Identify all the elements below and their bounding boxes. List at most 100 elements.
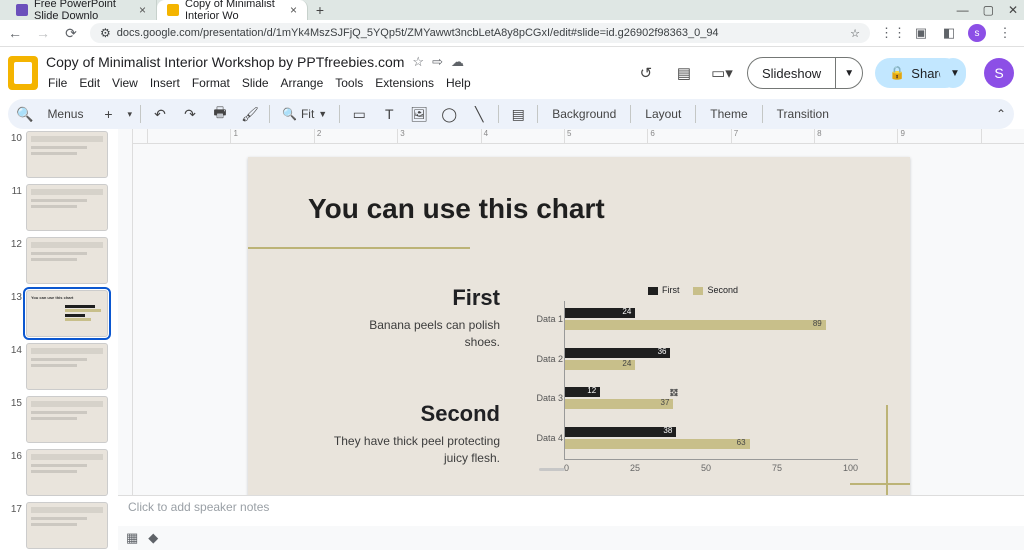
favicon-icon xyxy=(167,4,179,16)
menu-slide[interactable]: Slide xyxy=(240,74,271,92)
zoom-selector[interactable]: 🔍 Fit ▼ xyxy=(278,107,331,121)
maximize-icon[interactable]: ▢ xyxy=(983,3,994,17)
history-icon[interactable]: ↺ xyxy=(633,60,659,86)
cloud-status-icon[interactable]: ☁ xyxy=(451,54,464,70)
undo-button[interactable]: ↶ xyxy=(149,103,171,125)
chart-plot-area: Data 12489Data 23624Data 31237Data 43863 xyxy=(564,301,858,460)
heading-second[interactable]: Second xyxy=(330,401,500,427)
move-icon[interactable]: ⇨ xyxy=(432,54,443,70)
menu-help[interactable]: Help xyxy=(444,74,473,92)
slideshow-button[interactable]: Slideshow ▼ xyxy=(747,57,863,89)
chart-bar: 38 xyxy=(565,427,676,437)
decorative-line xyxy=(886,405,888,495)
minimize-icon[interactable]: — xyxy=(957,3,969,17)
workspace: 10 11 12 13You can use this chart 14 15 16 17 1… xyxy=(0,129,1024,550)
thumbnail-slide-14[interactable]: 14 xyxy=(0,343,118,390)
browser-tab-2[interactable]: Copy of Minimalist Interior Wo × xyxy=(157,0,308,20)
chart-x-axis: 0255075100 xyxy=(564,460,858,473)
thumbnail-slide-17[interactable]: 17 xyxy=(0,502,118,549)
menu-arrange[interactable]: Arrange xyxy=(279,74,326,92)
slide[interactable]: You can use this chart First Banana peel… xyxy=(248,157,910,495)
search-menus-label[interactable]: Menus xyxy=(41,107,89,121)
line-tool[interactable]: ╲ xyxy=(468,103,490,125)
close-icon[interactable]: × xyxy=(139,3,146,17)
share-dropdown[interactable]: ▼ xyxy=(940,58,966,88)
thumbnail-slide-13[interactable]: 13You can use this chart xyxy=(0,290,118,337)
close-window-icon[interactable]: ✕ xyxy=(1008,3,1018,17)
redo-button[interactable]: ↷ xyxy=(179,103,201,125)
toolbar: 🔍 Menus +▾ ↶ ↷ 🖶 🖌 🔍 Fit ▼ ▭ T 🖼 ◯ ╲ ▤ B… xyxy=(8,99,1014,129)
explore-icon[interactable]: ◆ xyxy=(148,530,158,546)
image-tool[interactable]: 🖼 xyxy=(408,103,430,125)
thumbnail-slide-16[interactable]: 16 xyxy=(0,449,118,496)
zoom-icon: 🔍 xyxy=(282,107,297,121)
shape-tool[interactable]: ◯ xyxy=(438,103,460,125)
chrome-menu-icon[interactable]: ⋮ xyxy=(996,24,1014,42)
back-button[interactable]: ← xyxy=(6,25,24,41)
reload-button[interactable]: ⟳ xyxy=(62,25,80,42)
comments-icon[interactable]: ▤ xyxy=(671,60,697,86)
site-settings-icon[interactable]: ⚙ xyxy=(100,26,111,40)
present-dropdown-icon[interactable]: ▭▾ xyxy=(709,60,735,86)
search-icon[interactable]: 🔍 xyxy=(16,106,33,123)
theme-button[interactable]: Theme xyxy=(704,107,753,121)
thumbnail-slide-11[interactable]: 11 xyxy=(0,184,118,231)
transition-button[interactable]: Transition xyxy=(771,107,835,121)
text-first[interactable]: Banana peels can polish shoes. xyxy=(350,317,500,352)
browser-tab-1[interactable]: Free PowerPoint Slide Downlo × xyxy=(6,0,157,20)
new-tab-button[interactable]: + xyxy=(308,0,332,20)
horizontal-ruler: 123456789 xyxy=(132,129,1024,144)
print-button[interactable]: 🖶 xyxy=(209,103,231,125)
thumbnail-slide-10[interactable]: 10 xyxy=(0,131,118,178)
thumbnail-slide-12[interactable]: 12 xyxy=(0,237,118,284)
textbox-tool[interactable]: T xyxy=(378,103,400,125)
extension-icon[interactable]: ⋮⋮ xyxy=(884,24,902,42)
comment-tool[interactable]: ▤ xyxy=(507,103,529,125)
chevron-down-icon[interactable]: ▼ xyxy=(836,68,862,79)
thumbnail-slide-15[interactable]: 15 xyxy=(0,396,118,443)
forward-button[interactable]: → xyxy=(34,25,52,41)
slides-logo-icon[interactable] xyxy=(8,56,38,90)
menu-edit[interactable]: Edit xyxy=(77,74,102,92)
chart[interactable]: First Second Data 12489Data 23624Data 31… xyxy=(528,285,858,485)
menu-extensions[interactable]: Extensions xyxy=(373,74,436,92)
layout-button[interactable]: Layout xyxy=(639,107,687,121)
collapse-toolbar-icon[interactable]: ⌃ xyxy=(996,107,1006,121)
close-icon[interactable]: × xyxy=(290,3,297,17)
chart-legend: First Second xyxy=(528,285,858,295)
menu-format[interactable]: Format xyxy=(190,74,232,92)
slide-title[interactable]: You can use this chart xyxy=(308,193,605,225)
extension-icon[interactable]: ◧ xyxy=(940,24,958,42)
pane-resize-handle[interactable] xyxy=(539,468,565,471)
chart-bar: 36 xyxy=(565,348,670,358)
background-button[interactable]: Background xyxy=(546,107,622,121)
account-avatar[interactable]: S xyxy=(984,58,1014,88)
window-controls: — ▢ ✕ xyxy=(957,0,1024,20)
address-bar[interactable]: ⚙ docs.google.com/presentation/d/1mYk4Ms… xyxy=(90,23,870,43)
chevron-down-icon: ▼ xyxy=(318,109,327,119)
doc-title[interactable]: Copy of Minimalist Interior Workshop by … xyxy=(46,54,404,70)
speaker-notes[interactable]: Click to add speaker notes xyxy=(118,495,1024,526)
new-slide-button[interactable]: + xyxy=(97,103,119,125)
menu-view[interactable]: View xyxy=(110,74,140,92)
tab-label: Free PowerPoint Slide Downlo xyxy=(34,0,133,22)
profile-avatar[interactable]: s xyxy=(968,24,986,42)
bookmark-icon[interactable]: ☆ xyxy=(850,27,860,40)
select-tool[interactable]: ▭ xyxy=(348,103,370,125)
paint-format-button[interactable]: 🖌 xyxy=(239,103,261,125)
star-icon[interactable]: ☆ xyxy=(412,54,424,70)
menu-insert[interactable]: Insert xyxy=(148,74,182,92)
menu-tools[interactable]: Tools xyxy=(333,74,365,92)
browser-tabstrip: Free PowerPoint Slide Downlo × Copy of M… xyxy=(0,0,1024,20)
slide-area[interactable]: You can use this chart First Banana peel… xyxy=(133,144,1024,495)
chart-category-label: Data 1 xyxy=(529,314,563,324)
menu-file[interactable]: File xyxy=(46,74,69,92)
heading-first[interactable]: First xyxy=(350,285,500,311)
grid-view-icon[interactable]: ▦ xyxy=(126,530,138,546)
chart-bar: 12 xyxy=(565,387,600,397)
filmstrip[interactable]: 10 11 12 13You can use this chart 14 15 16 17 xyxy=(0,129,118,552)
extension-icon[interactable]: ▣ xyxy=(912,24,930,42)
legend-second: Second xyxy=(707,285,738,295)
notes-placeholder: Click to add speaker notes xyxy=(128,500,269,514)
text-second[interactable]: They have thick peel protecting juicy fl… xyxy=(330,433,500,468)
